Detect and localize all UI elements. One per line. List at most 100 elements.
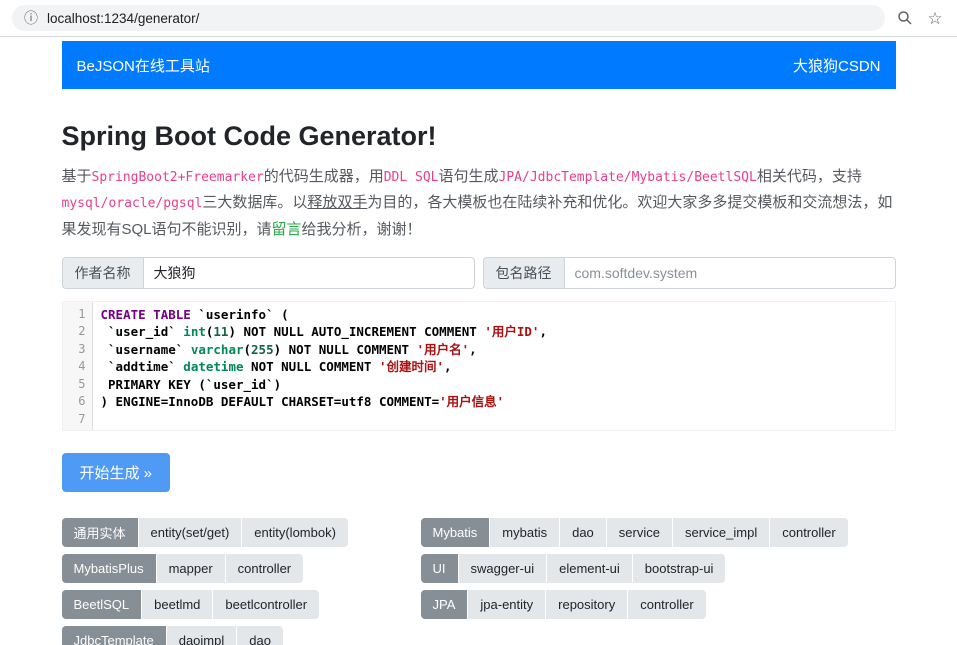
author-input[interactable]: [143, 257, 475, 289]
navbar-csdn-link[interactable]: 大狼狗CSDN: [793, 55, 881, 76]
code-token: '创建时间': [379, 359, 444, 374]
page-info-icon[interactable]: ⓘ: [24, 11, 38, 25]
template-group: JdbcTemplatedaoimpldao: [62, 626, 283, 645]
code-token: varchar: [191, 342, 244, 357]
intro-segment: 相关代码，支持: [757, 168, 862, 185]
page-title: Spring Boot Code Generator!: [62, 121, 896, 152]
template-item-button[interactable]: daoimpl: [167, 626, 237, 645]
editor-gutter: 1234567: [63, 302, 93, 430]
template-item-button[interactable]: bootstrap-ui: [633, 554, 726, 583]
template-groups: 通用实体entity(set/get)entity(lombok) Mybatis…: [62, 518, 896, 645]
group-label-button[interactable]: MybatisPlus: [62, 554, 156, 583]
template-item-button[interactable]: controller: [226, 554, 303, 583]
intro-segment: 给我分析，谢谢！: [302, 221, 422, 238]
code-line: [101, 411, 895, 429]
address-bar[interactable]: ⓘ localhost:1234/generator/: [12, 5, 885, 31]
code-line: `user_id` int(11) NOT NULL AUTO_INCREMEN…: [101, 323, 895, 341]
code-token: `user_id`: [101, 324, 184, 339]
code-token: ) NOT NULL COMMENT: [274, 342, 417, 357]
template-item-button[interactable]: mybatis: [490, 518, 559, 547]
code-token: `addtime`: [101, 359, 184, 374]
intro-segment: 的代码生成器，用: [264, 168, 384, 185]
editor-code: CREATE TABLE `userinfo` ( `user_id` int(…: [93, 302, 895, 430]
code-token: CREATE TABLE: [101, 307, 191, 322]
code-token: `username`: [101, 342, 191, 357]
intro-text: 基于SpringBoot2+Freemarker的代码生成器，用DDL SQL语…: [62, 164, 896, 243]
group-label-button[interactable]: JPA: [421, 590, 468, 619]
template-group: JPAjpa-entityrepositorycontroller: [421, 590, 706, 619]
intro-segment: 语句生成: [439, 168, 499, 185]
template-item-button[interactable]: controller: [770, 518, 847, 547]
template-group: 通用实体entity(set/get)entity(lombok): [62, 518, 348, 547]
code-line: CREATE TABLE `userinfo` (: [101, 306, 895, 324]
code-token: int: [183, 324, 206, 339]
package-input-group: 包名路径: [483, 257, 896, 289]
package-input[interactable]: [564, 257, 896, 289]
leave-message-link[interactable]: 留言: [272, 221, 302, 238]
zoom-icon[interactable]: [895, 8, 915, 28]
groups-left: 通用实体entity(set/get)entity(lombok) Mybatis…: [62, 518, 421, 645]
page-container: BeJSON在线工具站 大狼狗CSDN Spring Boot Code Gen…: [62, 41, 896, 645]
template-item-button[interactable]: dao: [560, 518, 606, 547]
group-label-button[interactable]: Mybatis: [421, 518, 490, 547]
line-number: 1: [63, 306, 86, 324]
groups-right: Mybatismybatisdaoserviceservice_implcont…: [421, 518, 848, 645]
code-token: 255: [251, 342, 274, 357]
template-item-button[interactable]: beetlcontroller: [213, 590, 319, 619]
group-label-button[interactable]: BeetlSQL: [62, 590, 142, 619]
template-item-button[interactable]: entity(lombok): [242, 518, 348, 547]
code-token: '用户名': [417, 342, 470, 357]
bookmark-star-icon[interactable]: ☆: [925, 8, 945, 28]
code-token: datetime: [183, 359, 243, 374]
code-token: PRIMARY KEY (`user_id`): [101, 377, 282, 392]
author-input-group: 作者名称: [62, 257, 475, 289]
line-number: 7: [63, 411, 86, 429]
code-token: '用户ID': [484, 324, 539, 339]
browser-toolbar: ⓘ localhost:1234/generator/ ☆: [0, 0, 957, 37]
intro-segment: SpringBoot2+Freemarker: [92, 170, 264, 185]
template-item-button[interactable]: service: [607, 518, 672, 547]
code-line: ) ENGINE=InnoDB DEFAULT CHARSET=utf8 COM…: [101, 393, 895, 411]
group-label-button[interactable]: JdbcTemplate: [62, 626, 166, 645]
code-token: `userinfo` (: [191, 307, 289, 322]
intro-segment: DDL SQL: [384, 170, 439, 185]
line-number: 2: [63, 323, 86, 341]
intro-segment: 基于: [62, 168, 92, 185]
template-group: MybatisPlusmappercontroller: [62, 554, 304, 583]
sql-editor[interactable]: 1234567 CREATE TABLE `userinfo` ( `user_…: [62, 301, 896, 431]
template-item-button[interactable]: jpa-entity: [468, 590, 545, 619]
group-label-button[interactable]: UI: [421, 554, 458, 583]
template-group: Mybatismybatisdaoserviceservice_implcont…: [421, 518, 848, 547]
template-item-button[interactable]: entity(set/get): [139, 518, 242, 547]
template-item-button[interactable]: controller: [628, 590, 705, 619]
intro-segment: 释放双手: [307, 194, 367, 211]
code-token: ) NOT NULL AUTO_INCREMENT COMMENT: [228, 324, 484, 339]
code-token: ,: [444, 359, 452, 374]
line-number: 5: [63, 376, 86, 394]
template-item-button[interactable]: dao: [237, 626, 283, 645]
url-text[interactable]: localhost:1234/generator/: [47, 11, 199, 26]
author-label: 作者名称: [62, 257, 143, 289]
template-group: BeetlSQLbeetlmdbeetlcontroller: [62, 590, 320, 619]
line-number: 4: [63, 358, 86, 376]
line-number: 3: [63, 341, 86, 359]
template-item-button[interactable]: mapper: [157, 554, 225, 583]
code-line: PRIMARY KEY (`user_id`): [101, 376, 895, 394]
intro-segment: 三大数据库。以: [202, 194, 307, 211]
code-token: ,: [539, 324, 547, 339]
generate-button[interactable]: 开始生成 »: [62, 453, 171, 492]
code-token: 11: [213, 324, 228, 339]
intro-segment: mysql/oracle/pgsql: [62, 196, 203, 211]
code-token: NOT NULL COMMENT: [244, 359, 379, 374]
code-token: (: [244, 342, 252, 357]
code-token: ) ENGINE=InnoDB DEFAULT CHARSET=utf8 COM…: [101, 394, 440, 409]
form-row: 作者名称 包名路径: [62, 257, 896, 289]
template-item-button[interactable]: service_impl: [673, 518, 769, 547]
code-line: `addtime` datetime NOT NULL COMMENT '创建时…: [101, 358, 895, 376]
navbar-brand-link[interactable]: BeJSON在线工具站: [77, 55, 210, 76]
template-item-button[interactable]: repository: [546, 590, 627, 619]
template-item-button[interactable]: element-ui: [547, 554, 632, 583]
group-label-button[interactable]: 通用实体: [62, 518, 138, 547]
template-item-button[interactable]: swagger-ui: [459, 554, 547, 583]
template-item-button[interactable]: beetlmd: [142, 590, 212, 619]
